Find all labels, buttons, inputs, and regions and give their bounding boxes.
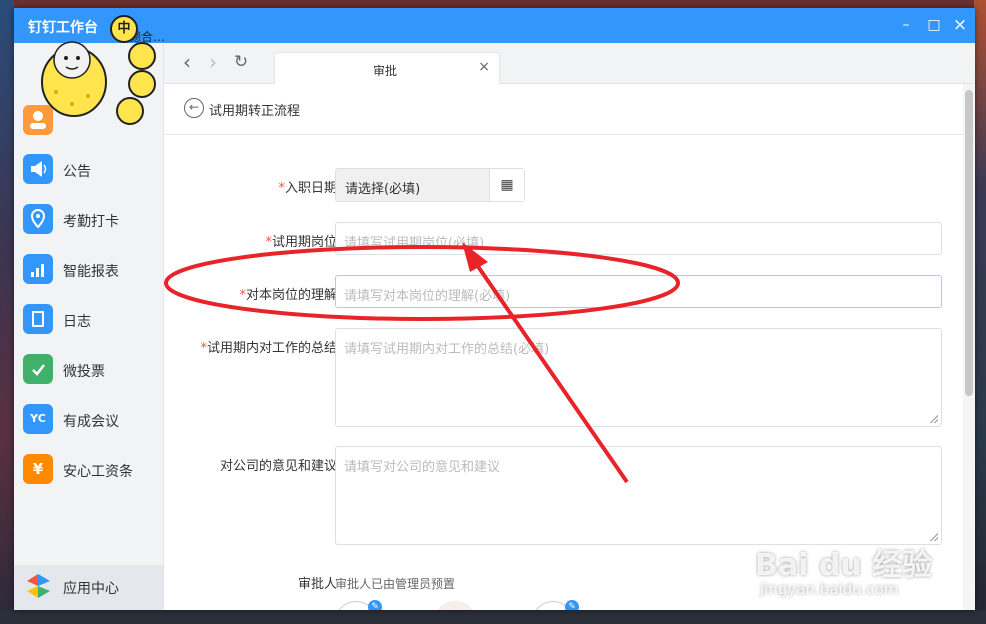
sidebar: 公告 考勤打卡 智能报表 日志 微投票 YC 有成会议 ¥ 安心工资条 应用中心 bbox=[14, 43, 164, 610]
desktop-background-bottom bbox=[0, 610, 986, 624]
edit-icon[interactable]: ✎ bbox=[565, 600, 579, 610]
sidebar-item-label: 安心工资条 bbox=[63, 464, 133, 480]
maximize-button[interactable]: □ bbox=[924, 15, 944, 35]
sidebar-item-vote[interactable]: 微投票 bbox=[14, 348, 163, 392]
understanding-input[interactable]: 请填写对本岗位的理解(必填) bbox=[335, 275, 942, 308]
form-header: ← 试用期转正流程 bbox=[164, 84, 963, 135]
sidebar-item-label: 日志 bbox=[63, 314, 91, 330]
megaphone-icon bbox=[23, 154, 53, 184]
mascot-sticker bbox=[38, 30, 118, 120]
sidebar-item-attendance[interactable]: 考勤打卡 bbox=[14, 198, 163, 242]
suggestion-textarea[interactable]: 请填写对公司的意见和建议 bbox=[335, 446, 942, 545]
suggestion-label: 对公司的意见和建议 bbox=[219, 459, 337, 474]
approver-note: 审批人已由管理员预置 bbox=[335, 577, 456, 591]
sticker-zhong: 中 bbox=[110, 15, 138, 43]
desktop-background-right bbox=[974, 0, 986, 624]
sticker-shirt-icon bbox=[116, 97, 144, 125]
desktop-background-left bbox=[0, 0, 14, 624]
tab-label: 审批 bbox=[372, 64, 397, 78]
baidu-watermark-url: jingyan.baidu.com bbox=[760, 580, 899, 598]
approver-avatar[interactable]: ✎ bbox=[532, 600, 579, 610]
calendar-icon[interactable]: ▦ bbox=[489, 169, 524, 201]
sidebar-item-label: 公告 bbox=[63, 164, 91, 180]
minimize-button[interactable]: – bbox=[896, 15, 916, 35]
entry-date-picker[interactable]: 请选择(必填) ▦ bbox=[335, 168, 525, 202]
meeting-icon: YC bbox=[23, 404, 53, 434]
summary-placeholder: 请填写试用期内对工作的总结(必填) bbox=[344, 342, 550, 357]
sidebar-item-announcement[interactable]: 公告 bbox=[14, 148, 163, 192]
scrollbar-thumb[interactable] bbox=[965, 90, 973, 396]
sidebar-item-label: 智能报表 bbox=[63, 264, 119, 280]
back-arrow-icon[interactable]: ← bbox=[184, 98, 204, 118]
tab-close-button[interactable]: × bbox=[478, 59, 490, 75]
approver-avatar[interactable] bbox=[434, 601, 476, 610]
page-title: 试用期转正流程 bbox=[209, 104, 301, 119]
title-bar[interactable]: 钉钉工作台 德合… – □ × bbox=[14, 8, 975, 44]
suggestion-placeholder: 请填写对公司的意见和建议 bbox=[344, 460, 501, 475]
sidebar-item-reports[interactable]: 智能报表 bbox=[14, 248, 163, 292]
sidebar-item-label: 有成会议 bbox=[63, 414, 119, 430]
understanding-label: *对本岗位的理解 bbox=[239, 288, 337, 303]
edit-icon[interactable]: ✎ bbox=[368, 600, 382, 610]
sidebar-item-label: 应用中心 bbox=[63, 581, 119, 597]
position-label: *试用期岗位 bbox=[265, 235, 337, 250]
browser-toolbar: ‹ › ↻ 审批 × bbox=[164, 43, 975, 85]
sticker-face-icon bbox=[128, 70, 156, 98]
resize-handle[interactable] bbox=[930, 415, 938, 423]
dingtalk-window: 钉钉工作台 德合… – □ × 公告 考勤打卡 智能报表 日志 微投票 YC 有… bbox=[14, 8, 975, 610]
approver-label: 审批人 bbox=[297, 577, 337, 592]
approval-form: ← 试用期转正流程 *入职日期 请选择(必填) ▦ *试用期岗位 请填写试用期岗… bbox=[164, 84, 963, 610]
baidu-watermark: Bai du 经验 bbox=[755, 548, 933, 583]
payslip-icon: ¥ bbox=[23, 454, 53, 484]
app-center-icon bbox=[23, 571, 53, 601]
tab-approval[interactable]: 审批 × bbox=[274, 52, 500, 85]
location-pin-icon bbox=[23, 204, 53, 234]
bar-chart-icon bbox=[23, 254, 53, 284]
sidebar-item-label: 考勤打卡 bbox=[63, 214, 119, 230]
sidebar-item-label: 微投票 bbox=[63, 364, 105, 380]
forward-nav-button[interactable]: › bbox=[202, 51, 224, 73]
summary-textarea[interactable]: 请填写试用期内对工作的总结(必填) bbox=[335, 328, 942, 427]
close-window-button[interactable]: × bbox=[950, 15, 970, 35]
sidebar-item-log[interactable]: 日志 bbox=[14, 298, 163, 342]
entry-date-label: *入职日期 bbox=[278, 181, 337, 196]
vote-icon bbox=[23, 354, 53, 384]
position-input[interactable]: 请填写试用期岗位(必填) bbox=[335, 222, 942, 255]
notebook-icon bbox=[23, 304, 53, 334]
summary-label: *试用期内对工作的总结 bbox=[200, 341, 337, 356]
sidebar-item-meeting[interactable]: YC 有成会议 bbox=[14, 398, 163, 442]
refresh-button[interactable]: ↻ bbox=[230, 51, 252, 73]
vertical-scrollbar[interactable] bbox=[963, 84, 975, 610]
sidebar-item-payslip[interactable]: ¥ 安心工资条 bbox=[14, 448, 163, 492]
sidebar-item-app-center[interactable]: 应用中心 bbox=[14, 565, 163, 610]
back-nav-button[interactable]: ‹ bbox=[176, 51, 198, 73]
approver-avatar[interactable]: ✎ bbox=[335, 600, 382, 610]
sticker-face-icon bbox=[128, 42, 156, 70]
entry-date-placeholder: 请选择(必填) bbox=[345, 182, 421, 197]
